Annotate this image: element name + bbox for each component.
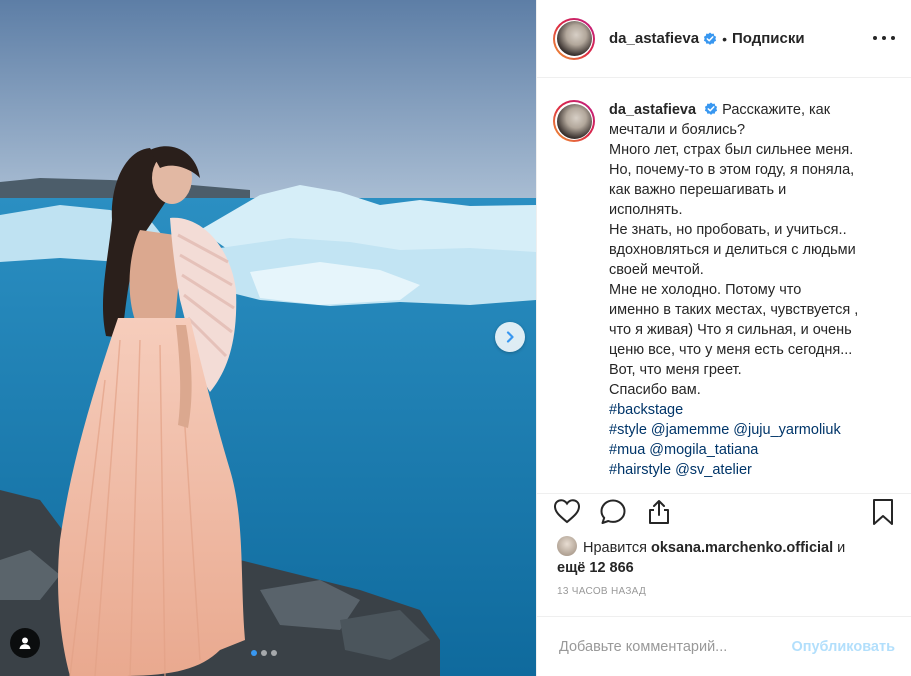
chevron-right-icon <box>506 331 514 343</box>
likes-summary: Нравится oksana.marchenko.official и ещё… <box>557 536 895 578</box>
caption-line: как важно перешагивать и <box>609 182 787 198</box>
caption-line: Мне не холодно. Потому что <box>609 282 802 298</box>
carousel-dot <box>271 650 277 656</box>
publish-button[interactable]: Опубликовать <box>791 639 895 655</box>
share-icon[interactable] <box>646 498 672 526</box>
following-button[interactable]: Подписки <box>732 30 805 47</box>
comment-input[interactable] <box>557 637 792 656</box>
action-bar <box>553 496 895 532</box>
caption-line: что я живая) Что я сильная, и очень <box>609 322 852 338</box>
carousel-dot <box>261 650 267 656</box>
verified-badge-icon <box>704 102 718 115</box>
hashtag-link[interactable]: #backstage <box>609 400 889 420</box>
caption-line: Вот, что меня греет. <box>609 362 742 378</box>
liker-avatar[interactable] <box>557 536 577 556</box>
post-photo[interactable] <box>0 0 536 676</box>
verified-badge-icon <box>703 32 717 45</box>
post-header: da_astafieva • Подписки <box>537 0 911 78</box>
likes-prefix: Нравится <box>583 540 647 556</box>
caption-line: ценю все, что у меня есть сегодня... <box>609 342 853 358</box>
caption-line: Спасибо вам. <box>609 382 701 398</box>
comment-bar: Опубликовать <box>537 616 911 676</box>
caption-line: мечтали и боялись? <box>609 122 746 138</box>
header-separator: • <box>722 30 727 47</box>
caption-text: da_astafieva Расскажите, как мечтали и б… <box>609 100 889 480</box>
carousel-dot-active <box>251 650 257 656</box>
photo-scene <box>0 0 536 676</box>
caption-line: Не знать, но пробовать, и учиться.. <box>609 222 847 238</box>
liker-username-link[interactable]: oksana.marchenko.official <box>651 540 833 556</box>
caption-line: Много лет, страх был сильнее меня. <box>609 142 854 158</box>
more-options-button[interactable] <box>873 28 895 48</box>
caption-story-ring[interactable] <box>553 100 595 142</box>
caption: da_astafieva Расскажите, как мечтали и б… <box>537 78 911 480</box>
more-options-icon <box>873 36 877 40</box>
caption-avatar <box>556 103 592 139</box>
post-timestamp[interactable]: 13 часов назад <box>557 586 646 597</box>
next-photo-button[interactable] <box>495 322 525 352</box>
caption-line: своей мечтой. <box>609 262 704 278</box>
story-ring[interactable] <box>553 17 595 60</box>
caption-line: исполнять. <box>609 202 683 218</box>
caption-username-link[interactable]: da_astafieva <box>609 102 696 118</box>
carousel-indicator <box>251 650 277 656</box>
likes-and: и <box>837 540 846 556</box>
caption-line: Но, почему-то в этом году, я поняла, <box>609 162 855 178</box>
user-tag-icon <box>19 637 31 649</box>
caption-scroll-area[interactable]: da_astafieva Расскажите, как мечтали и б… <box>537 78 911 494</box>
avatar <box>556 21 592 56</box>
hashtag-link[interactable]: #hairstyle @sv_atelier <box>609 460 889 480</box>
tagged-users-button[interactable] <box>10 628 40 658</box>
caption-line: Расскажите, как <box>722 102 831 118</box>
header-username-link[interactable]: da_astafieva <box>609 30 699 47</box>
bookmark-icon[interactable] <box>871 498 895 526</box>
post-details-panel: da_astafieva • Подписки da_astafieva Рас… <box>536 0 911 676</box>
heart-icon[interactable] <box>553 498 581 524</box>
caption-line: вдохновляться и делиться с людьми <box>609 242 856 258</box>
comment-icon[interactable] <box>599 498 627 526</box>
hashtag-link[interactable]: #mua @mogila_tatiana <box>609 440 889 460</box>
caption-line: именно в таких местах, чувствуется , <box>609 302 859 318</box>
hashtag-link[interactable]: #style @jamemme @juju_yarmoliuk <box>609 420 889 440</box>
likes-count-link[interactable]: ещё 12 866 <box>557 560 634 576</box>
